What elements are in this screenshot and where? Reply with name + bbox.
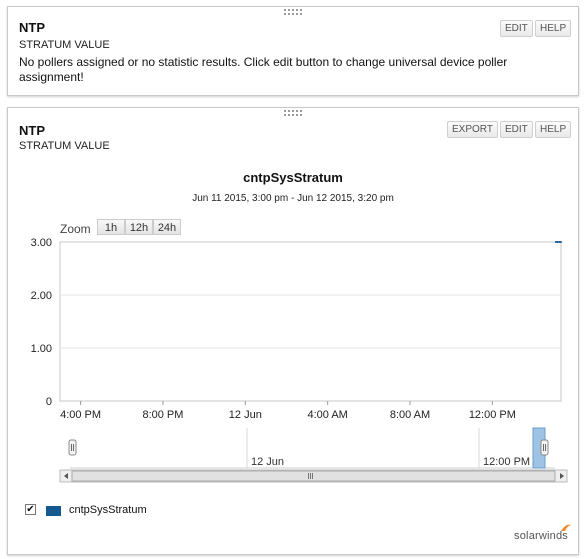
plot-area [59,241,562,402]
time-navigator[interactable]: 12 Jun 12:00 PM [59,427,568,483]
y-tick-label: 3.00 [31,237,52,249]
drag-handle-icon[interactable] [284,9,302,15]
y-tick-label: 1.00 [31,343,52,355]
stratum-chart: 0 1.00 2.00 3.00 4:00 PM 8:00 PM 12 Jun 4:00 AM… [31,237,568,483]
help-button[interactable]: HELP [535,20,572,37]
x-tick-label: 8:00 AM [390,409,430,421]
x-tick-label: 8:00 PM [142,409,183,421]
panel-title: NTP [19,20,45,35]
navigator-right-handle[interactable] [540,439,549,456]
scrollbar-thumb[interactable] [71,470,556,482]
panel-subtitle: STRATUM VALUE [19,39,110,51]
edit-button[interactable]: EDIT [500,20,533,37]
series-point [558,241,561,243]
x-tick-label: 12 Jun [229,409,262,421]
flame-icon [561,524,571,531]
series-point [556,241,559,243]
y-tick-label: 2.00 [31,290,52,302]
legend-swatch [46,506,61,516]
legend-series-label: cntpSysStratum [69,504,147,516]
navigator-left-handle[interactable] [68,439,77,456]
no-pollers-message: No pollers assigned or no statistic resu… [19,55,508,84]
x-tick-label: 12:00 PM [469,409,516,421]
resource-panel-ntp-empty: NTP STRATUM VALUE EDIT HELP No pollers a… [7,6,579,96]
navigator-tick-label: 12 Jun [251,456,284,468]
y-tick-label: 0 [46,396,52,408]
series-point [554,241,557,243]
x-tick-label: 4:00 AM [307,409,347,421]
legend-checkbox[interactable]: ✔ [25,504,36,515]
resource-panel-ntp-chart: NTP STRATUM VALUE EXPORT EDIT HELP cntpS… [7,107,579,555]
series-point [560,241,562,243]
x-tick-label: 4:00 PM [60,409,101,421]
navigator-tick-label: 12:00 PM [483,456,530,468]
solarwinds-logo: solarwinds [514,524,571,542]
